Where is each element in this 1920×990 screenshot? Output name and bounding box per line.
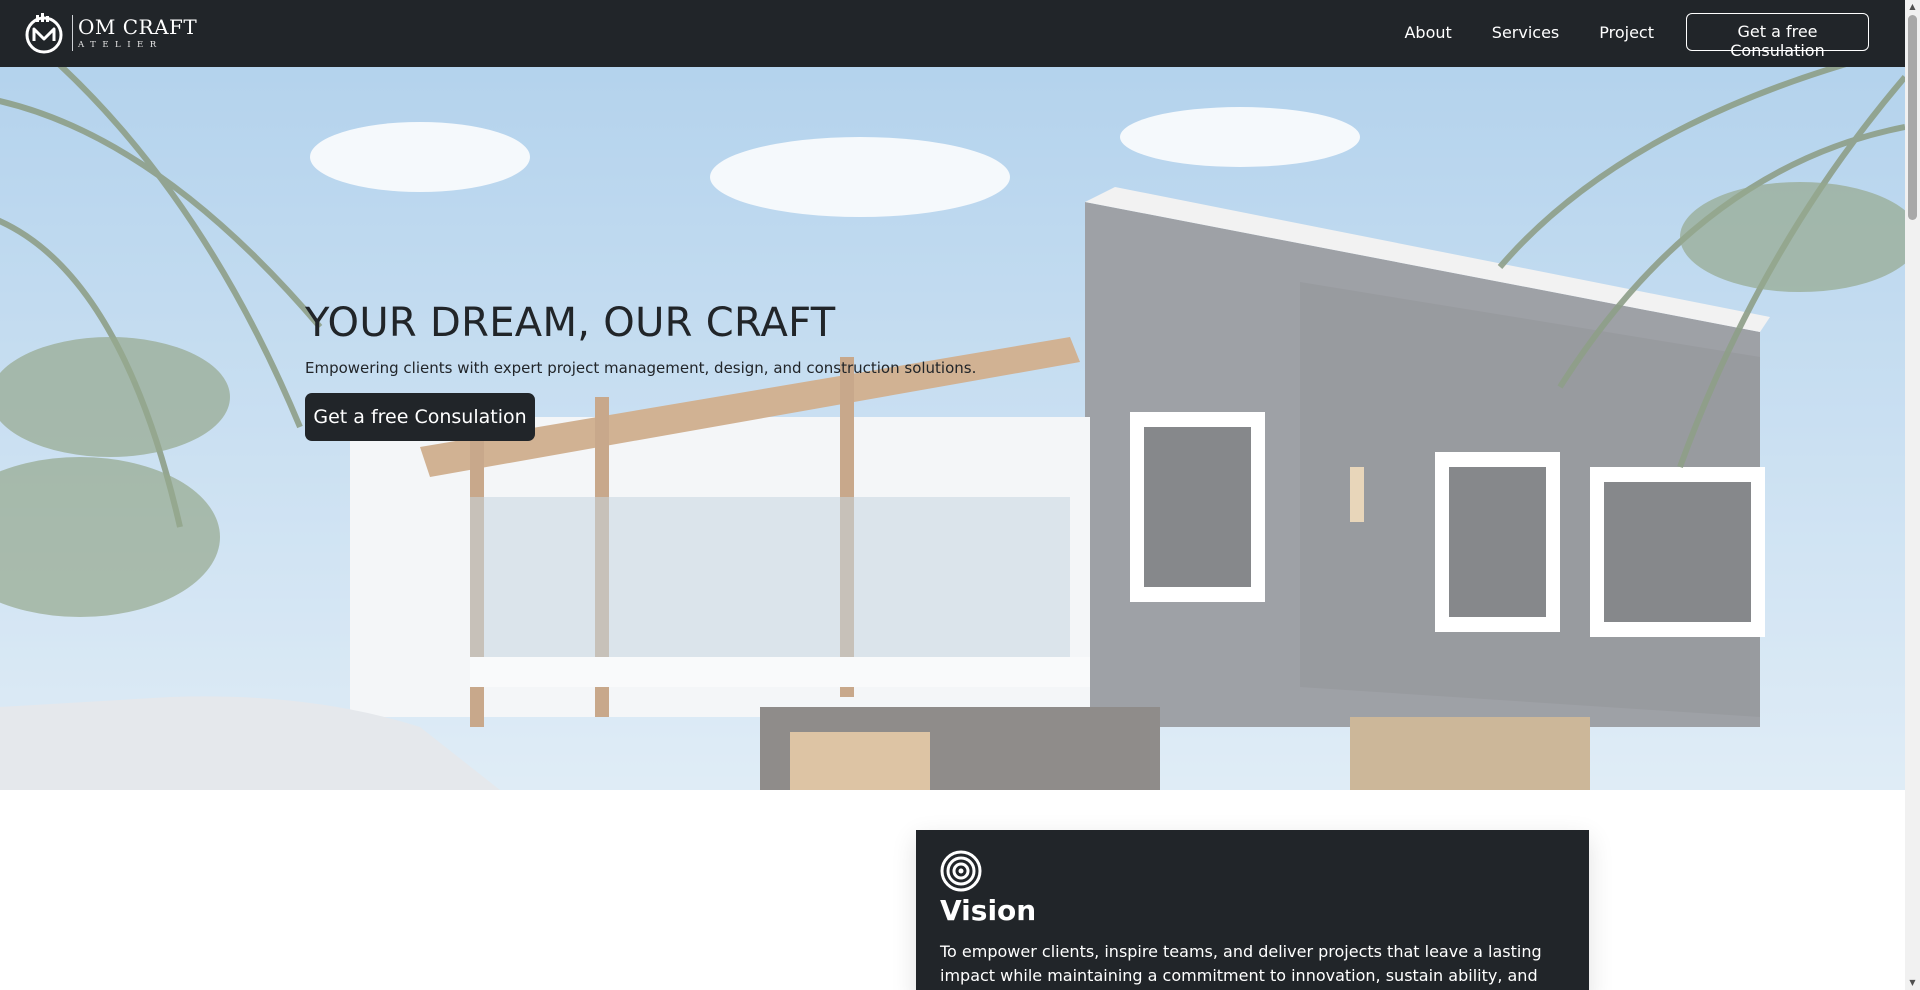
vision-title: Vision [940, 894, 1037, 927]
brand-name: OM CRAFT [78, 14, 198, 39]
vision-card: Vision To empower clients, inspire teams… [916, 830, 1589, 990]
om-logo-icon [25, 13, 63, 54]
nav-link-services[interactable]: Services [1492, 15, 1559, 50]
scroll-down-arrow-icon[interactable]: ▼ [1905, 976, 1920, 990]
hero-content: YOUR DREAM, OUR CRAFT Empowering clients… [305, 299, 1205, 441]
hero-section: YOUR DREAM, OUR CRAFT Empowering clients… [0, 67, 1905, 790]
nav-consultation-button[interactable]: Get a free Consulation [1686, 13, 1869, 60]
brand-divider [72, 15, 73, 51]
brand-logo[interactable]: OM CRAFT ATELIER [22, 11, 197, 55]
hero-subtitle: Empowering clients with expert project m… [305, 359, 977, 377]
hero-consultation-button[interactable]: Get a free Consulation [305, 393, 535, 441]
vision-text: To empower clients, inspire teams, and d… [940, 941, 1542, 990]
navbar: OM CRAFT ATELIER About Services Project … [0, 0, 1905, 67]
nav-link-about[interactable]: About [1404, 15, 1451, 50]
hero-title: YOUR DREAM, OUR CRAFT [305, 300, 836, 346]
target-icon [940, 850, 982, 892]
nav-links: About Services Project Get a free Consul… [1404, 13, 1869, 60]
nav-link-project[interactable]: Project [1599, 15, 1654, 50]
page-scrollbar[interactable]: ▲ ▼ [1905, 0, 1920, 990]
brand-text: OM CRAFT ATELIER [78, 17, 197, 50]
brand-subtitle: ATELIER [78, 39, 163, 50]
scrollbar-thumb[interactable] [1908, 15, 1917, 220]
scroll-up-arrow-icon[interactable]: ▲ [1905, 0, 1920, 14]
